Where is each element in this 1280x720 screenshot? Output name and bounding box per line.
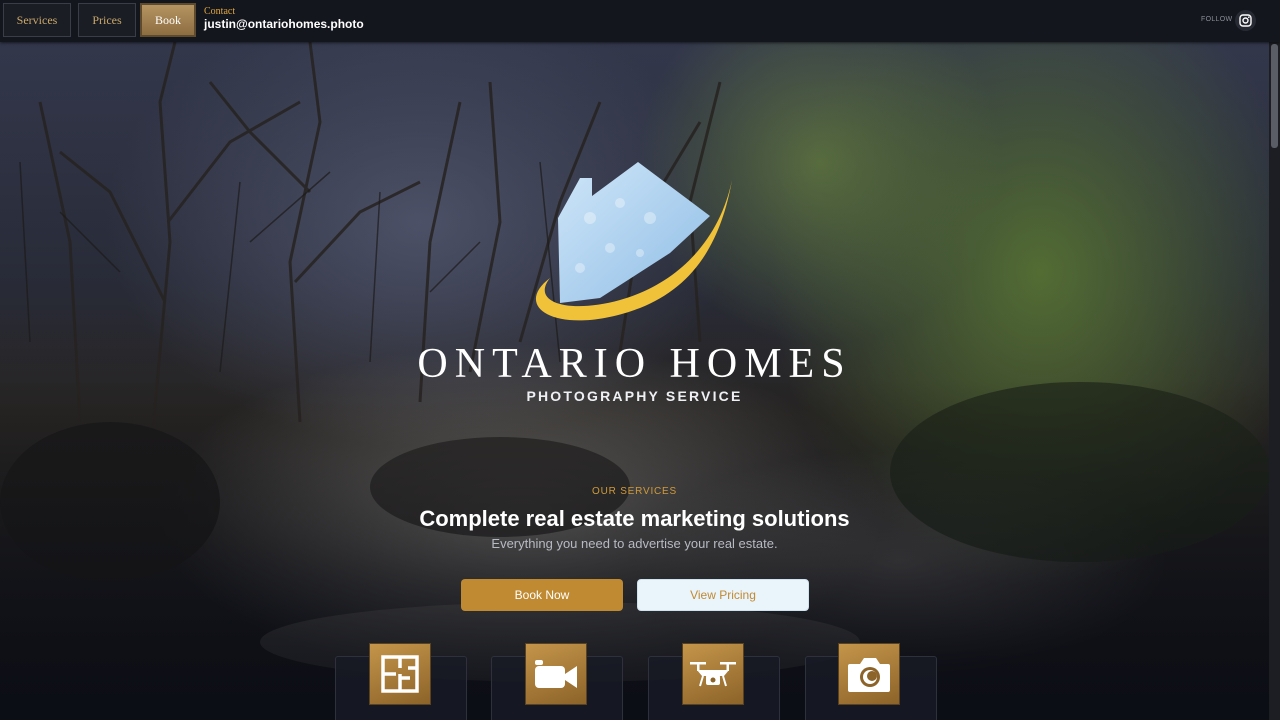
page-scrollbar-thumb[interactable] (1271, 44, 1278, 148)
contact-label: Contact (204, 6, 236, 17)
nav-services-button[interactable]: Services (3, 3, 71, 37)
floor-plan-glyph-icon (381, 655, 419, 693)
brand-subtitle: PHOTOGRAPHY SERVICE (526, 388, 743, 404)
contact-email-link[interactable]: justin@ontariohomes.photo (204, 17, 364, 31)
video-camera-icon (525, 643, 587, 705)
video-camera-glyph-icon (535, 660, 577, 688)
brand-name: ONTARIO HOMES (417, 341, 852, 387)
follow-label: FOLLOW (1201, 16, 1233, 23)
drone-icon (682, 643, 744, 705)
top-navigation-bar: Services Prices Book Contact justin@onta… (0, 0, 1280, 42)
section-eyebrow: OUR SERVICES (592, 486, 677, 497)
camera-glyph-icon (848, 658, 890, 692)
instagram-glyph-icon (1239, 14, 1252, 27)
drone-glyph-icon (690, 662, 736, 687)
instagram-icon[interactable] (1235, 10, 1256, 31)
book-now-button[interactable]: Book Now (461, 579, 623, 611)
hero-headline: Complete real estate marketing solutions (419, 506, 850, 531)
camera-icon (838, 643, 900, 705)
hero-subline: Everything you need to advertise your re… (491, 536, 778, 551)
floor-plan-icon (369, 643, 431, 705)
nav-book-button[interactable]: Book (140, 3, 196, 37)
page: Services Prices Book Contact justin@onta… (0, 0, 1280, 720)
house-logo-icon (535, 162, 732, 321)
nav-prices-button[interactable]: Prices (78, 3, 136, 37)
view-pricing-button[interactable]: View Pricing (637, 579, 809, 611)
